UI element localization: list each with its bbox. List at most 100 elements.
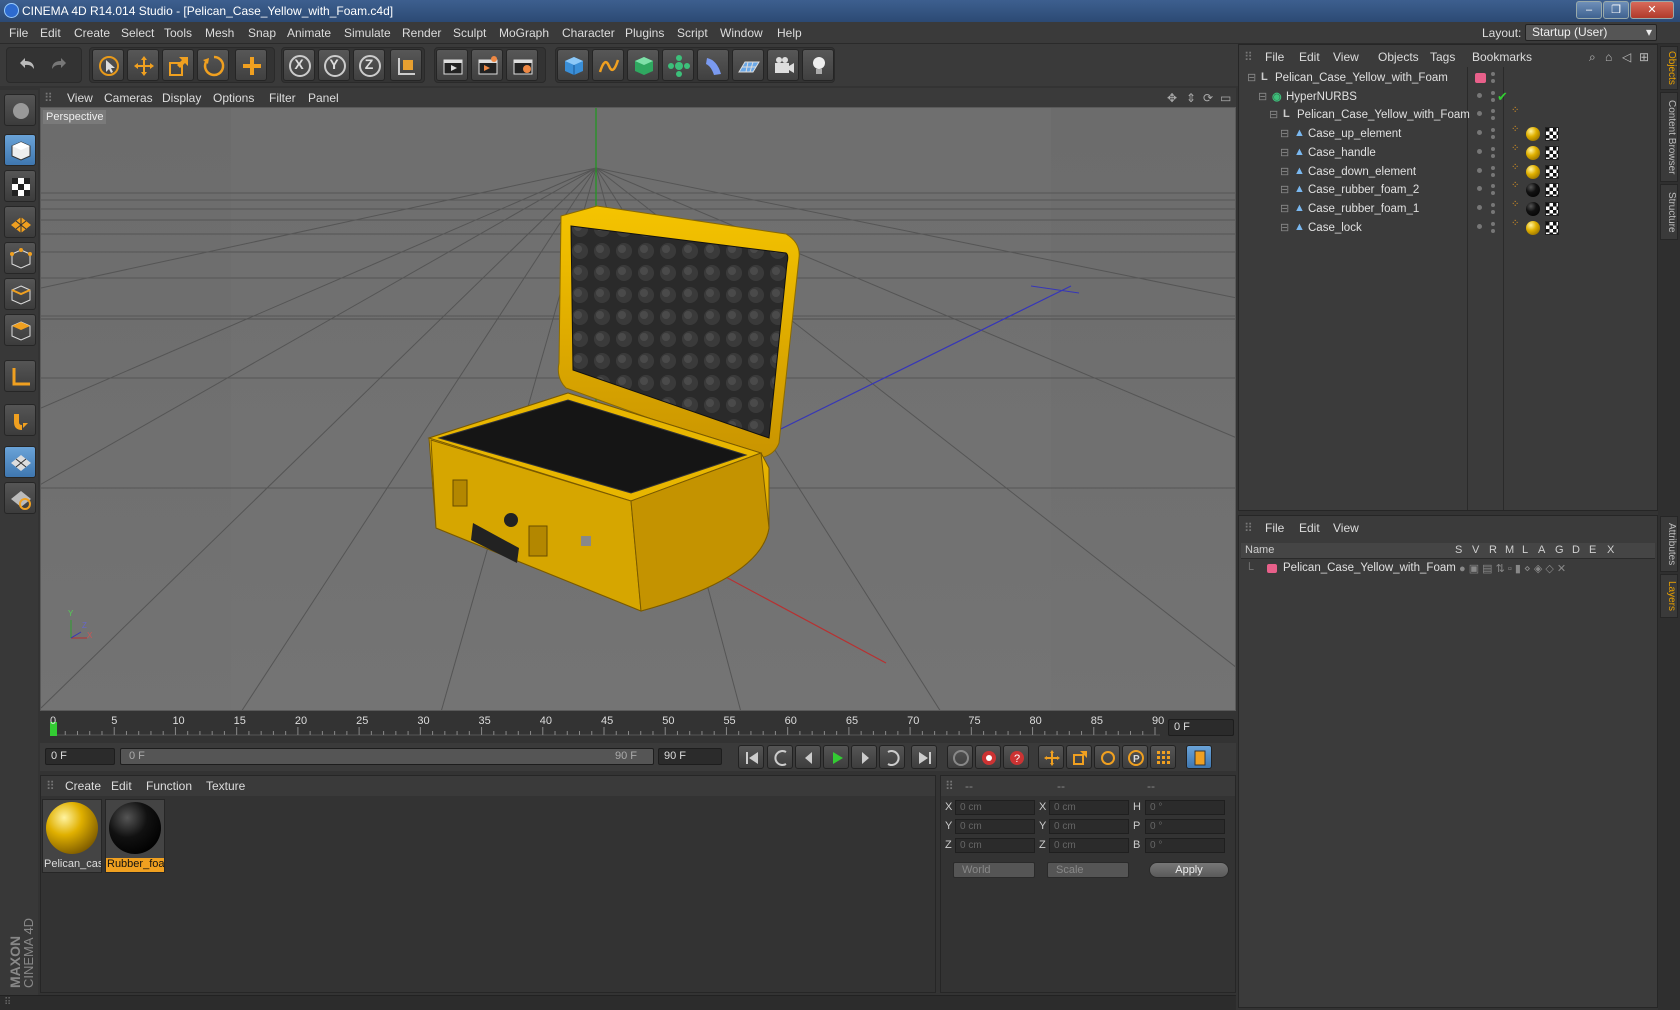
key-rotation-icon[interactable] (1094, 745, 1120, 769)
material-pelican-case[interactable]: Pelican_cas (42, 799, 102, 873)
y-axis-icon[interactable]: Y (318, 49, 350, 81)
nurbs-icon[interactable] (627, 49, 659, 81)
key-scale-icon[interactable] (1066, 745, 1092, 769)
menu-sculpt[interactable]: Sculpt (453, 26, 486, 40)
floor-icon[interactable] (732, 49, 764, 81)
keyframe-help-icon[interactable]: ? (1003, 745, 1029, 769)
editor-visibility-dot[interactable] (1491, 128, 1495, 133)
rotation-p-field[interactable]: 0 ° (1145, 819, 1225, 834)
home-icon[interactable]: ⌂ (1605, 50, 1612, 64)
move-view-icon[interactable]: ✥ (1167, 91, 1177, 105)
move-icon[interactable] (127, 49, 159, 81)
tree-expand-icon[interactable]: ⊟ (1280, 165, 1289, 178)
uvw-tag-icon[interactable] (1545, 127, 1559, 142)
undo-icon[interactable] (10, 49, 42, 81)
vp-menu-panel[interactable]: Panel (308, 91, 339, 105)
render-visibility-dot[interactable] (1491, 191, 1495, 196)
texture-mode-icon[interactable] (4, 170, 36, 202)
editor-visibility-dot[interactable] (1477, 186, 1482, 192)
editor-visibility-dot[interactable] (1477, 223, 1482, 229)
menu-help[interactable]: Help (777, 26, 802, 40)
editor-visibility-dot[interactable] (1491, 165, 1495, 170)
rotation-b-field[interactable]: 0 ° (1145, 838, 1225, 853)
render-settings-icon[interactable] (506, 49, 538, 81)
tree-expand-icon[interactable]: ⊟ (1280, 183, 1289, 196)
editor-visibility-dot[interactable] (1491, 109, 1495, 114)
light-icon[interactable] (802, 49, 834, 81)
menu-plugins[interactable]: Plugins (625, 26, 664, 40)
tab-structure[interactable]: Structure (1660, 184, 1678, 240)
current-frame-field[interactable]: 0 F (1168, 719, 1234, 736)
vp-menu-filter[interactable]: Filter (269, 91, 296, 105)
x-axis-icon[interactable]: X (283, 49, 315, 81)
menu-file[interactable]: File (9, 26, 28, 40)
object-row[interactable]: ⊟ ▲ Case_handle ⁘ (1239, 143, 1639, 164)
size-y-field[interactable]: 0 cm (1049, 819, 1129, 834)
obj-menu-edit[interactable]: Edit (1299, 50, 1320, 64)
key-pla-icon[interactable] (1150, 745, 1176, 769)
tree-expand-icon[interactable]: ⊟ (1269, 108, 1278, 121)
layer-menu-view[interactable]: View (1333, 521, 1359, 535)
coordinate-mode-dropdown[interactable]: Scale (1047, 862, 1129, 878)
object-row[interactable]: ⊟ L Pelican_Case_Yellow_with_Foam (1239, 69, 1639, 89)
object-row[interactable]: ⊟ ▲ Case_lock ⁘ (1239, 218, 1639, 239)
editor-visibility-dot[interactable] (1491, 221, 1495, 226)
phong-tag-icon[interactable]: ⁘ (1511, 199, 1519, 210)
autokey-icon[interactable] (975, 745, 1001, 769)
render-visibility-dot[interactable] (1491, 228, 1495, 233)
previous-key-icon[interactable] (767, 745, 793, 769)
render-view-icon[interactable] (436, 49, 468, 81)
position-x-field[interactable]: 0 cm (955, 800, 1035, 815)
menu-edit[interactable]: Edit (40, 26, 61, 40)
menu-select[interactable]: Select (121, 26, 154, 40)
phong-tag-icon[interactable]: ⁘ (1511, 105, 1519, 116)
go-to-start-icon[interactable] (738, 745, 764, 769)
workplane-lock-icon[interactable] (4, 446, 36, 478)
render-visibility-dot[interactable] (1491, 116, 1495, 121)
menu-create[interactable]: Create (74, 26, 110, 40)
material-rubber-foam[interactable]: Rubber_foa (105, 799, 165, 873)
object-row[interactable]: ⊟ ▲ Case_down_element ⁘ (1239, 162, 1639, 183)
model-mode-icon[interactable] (4, 134, 36, 166)
object-row[interactable]: ⊟ ▲ Case_up_element ⁘ (1239, 124, 1639, 145)
add-icon[interactable] (235, 49, 267, 81)
uvw-tag-icon[interactable] (1545, 145, 1559, 160)
maximize-button[interactable]: ❐ (1603, 1, 1629, 19)
object-row[interactable]: ⊟ ▲ Case_rubber_foam_1 ⁘ (1239, 199, 1639, 220)
spline-pen-icon[interactable] (592, 49, 624, 81)
polygons-mode-icon[interactable] (4, 314, 36, 346)
camera-icon[interactable] (767, 49, 799, 81)
editor-visibility-dot[interactable] (1491, 72, 1495, 76)
editor-visibility-dot[interactable] (1477, 167, 1482, 173)
phong-tag-icon[interactable]: ⁘ (1511, 124, 1519, 135)
phong-tag-icon[interactable]: ⁘ (1511, 162, 1519, 173)
menu-character[interactable]: Character (562, 26, 615, 40)
layer-menu-file[interactable]: File (1265, 521, 1284, 535)
tree-expand-icon[interactable]: ⊟ (1280, 127, 1289, 140)
render-visibility-dot[interactable] (1491, 172, 1495, 177)
menu-window[interactable]: Window (720, 26, 763, 40)
tab-content-browser[interactable]: Content Browser (1660, 92, 1678, 182)
coordinate-space-dropdown[interactable]: World (953, 862, 1035, 878)
timeline-layout-icon[interactable] (1186, 745, 1212, 769)
close-button[interactable]: ✕ (1630, 1, 1674, 19)
search-icon[interactable]: ⌕ (1589, 50, 1596, 65)
rotation-h-field[interactable]: 0 ° (1145, 800, 1225, 815)
points-mode-icon[interactable] (4, 242, 36, 274)
editor-visibility-dot[interactable] (1491, 202, 1495, 207)
deformer-icon[interactable] (697, 49, 729, 81)
object-row[interactable]: ⊟ ▲ Case_rubber_foam_2 ⁘ (1239, 180, 1639, 201)
size-x-field[interactable]: 0 cm (1049, 800, 1129, 815)
vp-menu-options[interactable]: Options (213, 91, 254, 105)
layer-menu-edit[interactable]: Edit (1299, 521, 1320, 535)
vp-menu-view[interactable]: View (67, 91, 93, 105)
magnet-icon[interactable] (4, 404, 36, 436)
uvw-tag-icon[interactable] (1545, 183, 1559, 198)
menu-snap[interactable]: Snap (248, 26, 276, 40)
array-icon[interactable] (662, 49, 694, 81)
position-y-field[interactable]: 0 cm (955, 819, 1035, 834)
mat-menu-create[interactable]: Create (65, 779, 101, 793)
checkmark-icon[interactable]: ✔ (1497, 89, 1508, 105)
back-icon[interactable]: ◁ (1622, 50, 1631, 64)
workplane-mode-icon[interactable] (4, 206, 36, 238)
